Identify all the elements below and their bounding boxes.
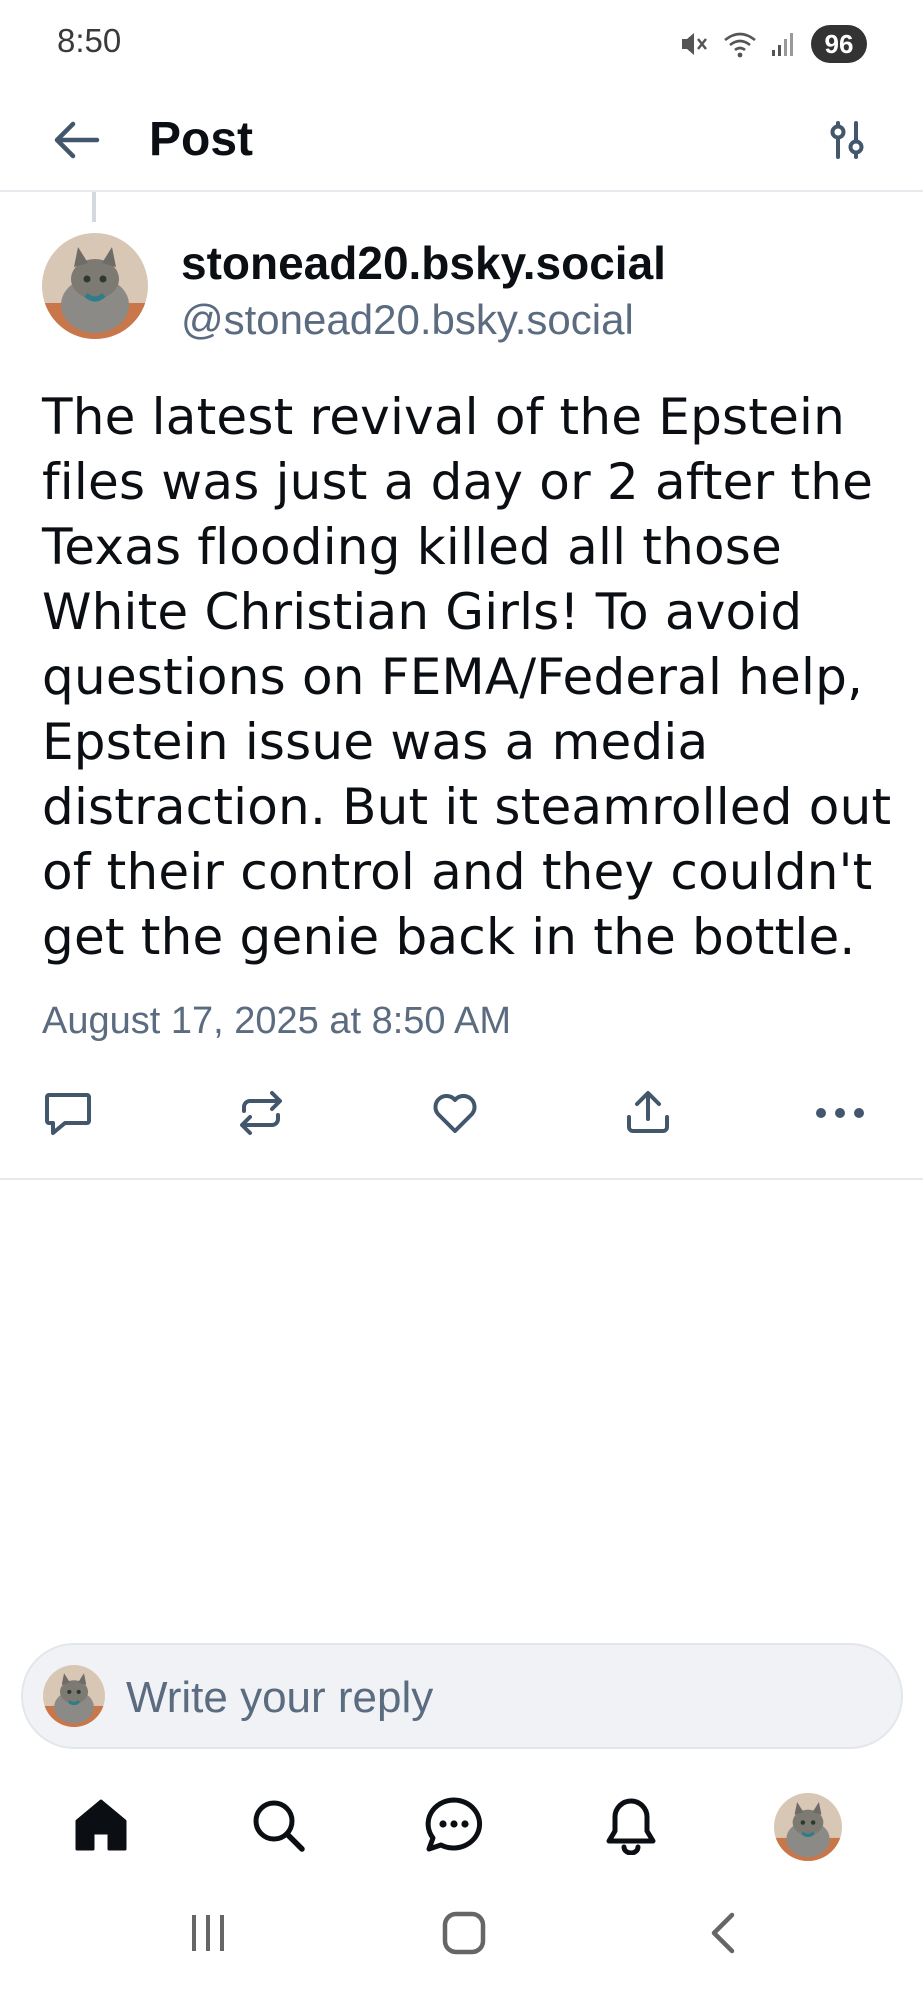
cat-avatar-image: [42, 233, 148, 339]
back-button[interactable]: [44, 110, 108, 174]
recents-icon: [186, 1911, 230, 1960]
like-icon: [430, 1089, 480, 1142]
repost-button[interactable]: [229, 1085, 293, 1145]
search-icon: [248, 1795, 308, 1860]
author-avatar[interactable]: [42, 233, 148, 339]
more-options-button[interactable]: [808, 1085, 872, 1145]
system-home-button[interactable]: [424, 1905, 504, 1965]
share-button[interactable]: [616, 1085, 680, 1145]
back-icon: [704, 1909, 744, 1962]
author-handle[interactable]: @stonead20.bsky.social: [181, 296, 634, 344]
nav-notifications[interactable]: [591, 1787, 671, 1867]
post-actions: [0, 1085, 923, 1145]
reply-icon: [43, 1089, 93, 1142]
status-bar: 8:50 96: [0, 0, 923, 90]
author-display-name[interactable]: stonead20.bsky.social: [181, 236, 666, 290]
status-time: 8:50: [57, 22, 122, 59]
current-user-avatar: [43, 1665, 105, 1727]
signal-icon: [771, 30, 797, 58]
recents-button[interactable]: [168, 1905, 248, 1965]
home-button-icon: [440, 1909, 488, 1962]
nav-home[interactable]: [61, 1787, 141, 1867]
reply-composer[interactable]: Write your reply: [21, 1643, 903, 1749]
reply-placeholder: Write your reply: [126, 1673, 434, 1722]
mute-icon: [679, 30, 709, 58]
page-title: Post: [149, 113, 254, 166]
sliders-icon: [827, 120, 867, 165]
nav-chat[interactable]: [414, 1787, 494, 1867]
profile-avatar: [774, 1793, 842, 1861]
divider: [0, 1178, 923, 1180]
post-text: The latest revival of the Epstein files …: [42, 388, 892, 966]
home-icon: [71, 1795, 131, 1860]
notifications-icon: [601, 1795, 661, 1860]
arrow-left-icon: [51, 120, 101, 165]
wifi-icon: [723, 30, 757, 58]
header: Post: [0, 90, 923, 192]
repost-icon: [236, 1089, 286, 1142]
bottom-nav: [0, 1782, 923, 1872]
nav-profile[interactable]: [768, 1787, 848, 1867]
reply-button[interactable]: [36, 1085, 100, 1145]
nav-search[interactable]: [238, 1787, 318, 1867]
post-timestamp: August 17, 2025 at 8:50 AM: [42, 1000, 512, 1042]
system-back-button[interactable]: [684, 1905, 764, 1965]
system-nav-bar: [0, 1890, 923, 1980]
like-button[interactable]: [423, 1085, 487, 1145]
thread-connector-line: [92, 192, 96, 222]
battery-indicator: 96: [811, 25, 867, 63]
chat-icon: [423, 1795, 485, 1860]
status-icons: 96: [679, 24, 867, 64]
more-icon: [814, 1106, 866, 1125]
share-icon: [623, 1089, 673, 1142]
cat-avatar-image: [774, 1793, 842, 1861]
cat-avatar-image: [43, 1665, 105, 1727]
thread-settings-button[interactable]: [815, 110, 879, 174]
